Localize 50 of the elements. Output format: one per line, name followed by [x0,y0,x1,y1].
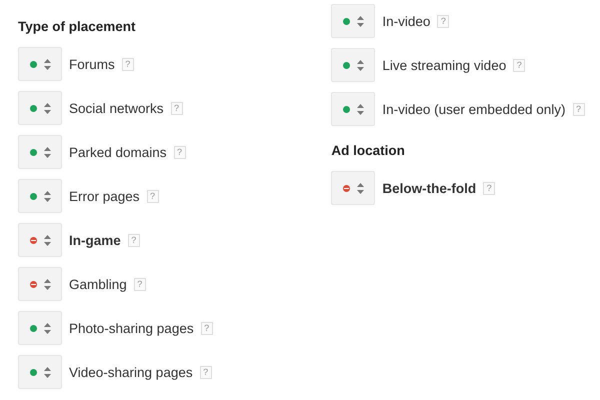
sort-arrows-icon [356,16,364,26]
status-dropdown[interactable] [331,92,376,126]
status-dropdown[interactable] [18,179,62,213]
status-dropdown[interactable] [18,47,62,81]
help-icon[interactable]: ? [200,366,212,378]
placement-label: In-game [69,232,121,248]
sort-arrows-icon [44,58,50,70]
placement-label: In-video (user embedded only) [382,102,566,116]
placement-label: Social networks [69,100,164,116]
placement-label: Gambling [69,276,127,292]
sort-arrows-icon [44,366,50,378]
help-icon[interactable]: ? [174,146,186,158]
help-icon[interactable]: ? [122,58,134,70]
help-icon[interactable]: ? [437,14,450,28]
placement-label: Error pages [69,188,140,204]
status-dropdown[interactable] [18,91,62,125]
sort-arrows-icon [44,234,50,246]
help-icon[interactable]: ? [128,234,140,246]
sort-arrows-icon [44,322,50,334]
status-dropdown[interactable] [18,135,62,169]
help-icon[interactable]: ? [483,182,496,194]
status-dropdown[interactable] [331,4,376,38]
status-dropdown[interactable] [18,223,62,257]
placement-label: Below-the-fold [382,180,476,196]
placement-label: Live streaming video [382,58,506,72]
section-heading: Type of placement [18,18,137,36]
sort-arrows-icon [44,278,50,290]
sort-arrows-icon [356,104,364,114]
sort-arrows-icon [44,146,50,158]
help-icon[interactable]: ? [134,278,146,290]
placement-label: Video-sharing pages [69,364,193,380]
section-heading: Ad location [331,142,406,160]
status-dropdown[interactable] [331,48,376,82]
status-dropdown[interactable] [18,355,62,389]
placement-label: Forums [69,56,115,72]
sort-arrows-icon [356,60,364,70]
help-icon[interactable]: ? [513,58,526,72]
help-icon[interactable]: ? [170,102,183,114]
sort-arrows-icon [44,190,50,202]
sort-arrows-icon [44,102,50,114]
placement-label: Parked domains [69,144,167,160]
status-dropdown[interactable] [18,311,62,345]
help-icon[interactable]: ? [146,190,159,202]
status-dropdown[interactable] [331,171,376,205]
sort-arrows-icon [356,182,364,194]
help-icon[interactable]: ? [200,322,213,334]
placement-label: In-video [382,14,430,28]
help-icon[interactable]: ? [572,102,584,116]
status-dropdown[interactable] [18,267,62,301]
placement-label: Photo-sharing pages [69,320,194,336]
